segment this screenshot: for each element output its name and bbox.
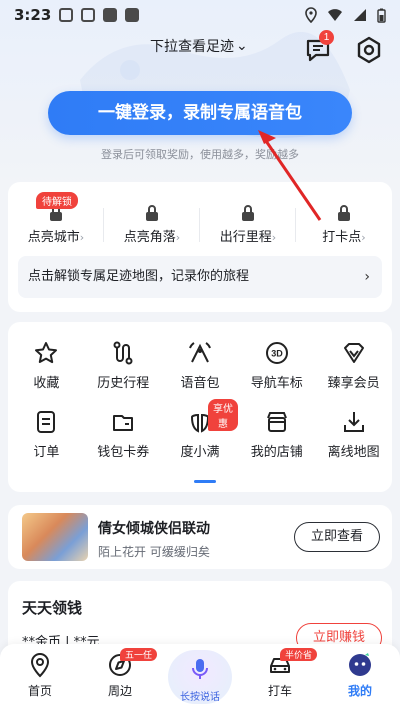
banner-text: 点击解锁专属足迹地图，记录你的旅程 [28,269,250,284]
service-favorites[interactable]: 收藏 [8,340,85,391]
service-label: 度小满 [180,445,220,460]
footprint-item-label: 点亮角落 [123,230,176,245]
signal-icon [354,9,366,21]
promo-banner-image [22,513,88,561]
lock-icon [146,205,158,221]
wifi-icon [328,9,342,21]
service-duxiaoman[interactable]: 享优惠 度小满 [162,399,239,460]
service-label: 订单 [33,445,60,460]
service-nav-car-logo[interactable]: 3D 导航车标 [238,340,315,391]
chevron-down-icon: ⌄ [236,38,248,54]
order-icon [37,411,56,433]
view-now-button[interactable]: 立即查看 [294,522,380,552]
service-history-trips[interactable]: 历史行程 [85,340,162,391]
service-my-shop[interactable]: 我的店铺 [238,409,315,460]
location-icon [305,7,317,23]
unlock-footprint-map-banner[interactable]: 点击解锁专属足迹地图，记录你的旅程 › [18,256,382,298]
nearby-tag: 五一任 [120,648,158,661]
service-label: 语音包 [180,376,220,391]
bottom-nav: 首页 五一任 周边 长按说话 半价省 打车 我的 [0,644,400,710]
chevron-right-icon: › [364,269,370,285]
gallery-notification-icon [59,8,74,22]
footprint-pull-title[interactable]: 下拉查看足迹 ⌄ [150,36,248,56]
nav-home[interactable]: 首页 [10,652,70,699]
nav-nearby[interactable]: 五一任 周边 [90,648,158,699]
hold-to-talk-button[interactable]: 长按说话 [168,650,232,704]
chevron-right-icon: › [271,231,277,244]
header: 下拉查看足迹 ⌄ 1 [0,30,400,70]
app-notification-icon [103,8,118,22]
footprint-card: 待解锁 点亮城市› 点亮角落› 出行里程› 打卡点› 点击解锁专属足迹地图，记录… [8,182,392,312]
promo-title: 倩女倾城侠侣联动 [98,521,210,537]
wallet-icon [113,415,134,431]
lock-icon [338,205,350,221]
footprint-item-label: 点亮城市 [27,230,80,245]
battery-icon [377,8,386,23]
footprint-item-cities[interactable]: 待解锁 点亮城市› [8,192,104,250]
voice-pack-icon [189,342,211,363]
footprint-item-label: 出行里程 [219,230,272,245]
download-icon [343,412,364,432]
profile-icon [349,653,371,676]
footprint-item-label: 打卡点 [322,230,362,245]
voice-label: 长按说话 [180,692,220,703]
nav-label: 我的 [347,684,372,698]
discount-tag: 享优惠 [207,399,239,431]
status-bar: 3:23 [0,0,400,30]
services-card: 收藏 历史行程 语音包 3D 导航车标 臻享会员 订单 钱包卡券 享优惠 度小满… [8,322,392,492]
message-badge: 1 [319,30,334,45]
footprint-item-corners[interactable]: 点亮角落› [104,200,200,250]
footprint-title-text: 下拉查看足迹 [150,39,234,55]
microphone-icon [192,659,208,679]
taxi-tag: 半价省 [280,648,318,661]
status-time: 3:23 [14,6,52,24]
app-notification-icon-2 [125,8,140,22]
nav-label: 打车 [267,684,292,698]
service-vip-member[interactable]: 臻享会员 [315,340,392,391]
star-icon [35,342,58,364]
service-label: 导航车标 [250,376,303,391]
svg-text:3D: 3D [271,349,283,359]
vip-diamond-icon [343,343,364,363]
nav-label: 首页 [27,684,52,698]
settings-icon[interactable] [355,36,383,64]
nav-mine[interactable]: 我的 [330,652,390,699]
service-offline-map[interactable]: 离线地图 [315,409,392,460]
service-label: 收藏 [33,376,60,391]
chevron-right-icon: › [175,231,181,244]
annotation-arrow [258,130,322,221]
chevron-right-icon: › [361,231,366,244]
page-indicator [194,480,216,483]
chevron-right-icon: › [79,231,85,244]
service-label: 历史行程 [97,376,150,391]
promo-card[interactable]: 倩女倾城侠侣联动 陌上花开 可缓缓归矣 立即查看 [8,505,392,569]
nav-label: 周边 [107,684,132,698]
nav-taxi[interactable]: 半价省 打车 [250,648,318,699]
service-wallet[interactable]: 钱包卡券 [85,409,162,460]
route-icon [113,341,133,365]
unlock-pending-tag: 待解锁 [36,192,78,209]
keyboard-notification-icon [81,8,96,22]
shop-icon [266,412,287,432]
map-pin-icon [30,652,50,678]
daily-money-title: 天天领钱 [22,599,83,617]
promo-subtitle: 陌上花开 可缓缓归矣 [98,545,210,559]
service-label: 钱包卡券 [97,445,150,460]
car-3d-icon: 3D [265,342,288,364]
service-label: 我的店铺 [250,445,303,460]
service-label: 离线地图 [327,445,380,460]
service-voice-pack[interactable]: 语音包 [162,340,239,391]
service-orders[interactable]: 订单 [8,409,85,460]
service-label: 臻享会员 [327,376,380,391]
login-subtitle: 登录后可领取奖励，使用越多，奖励越多 [101,148,299,161]
